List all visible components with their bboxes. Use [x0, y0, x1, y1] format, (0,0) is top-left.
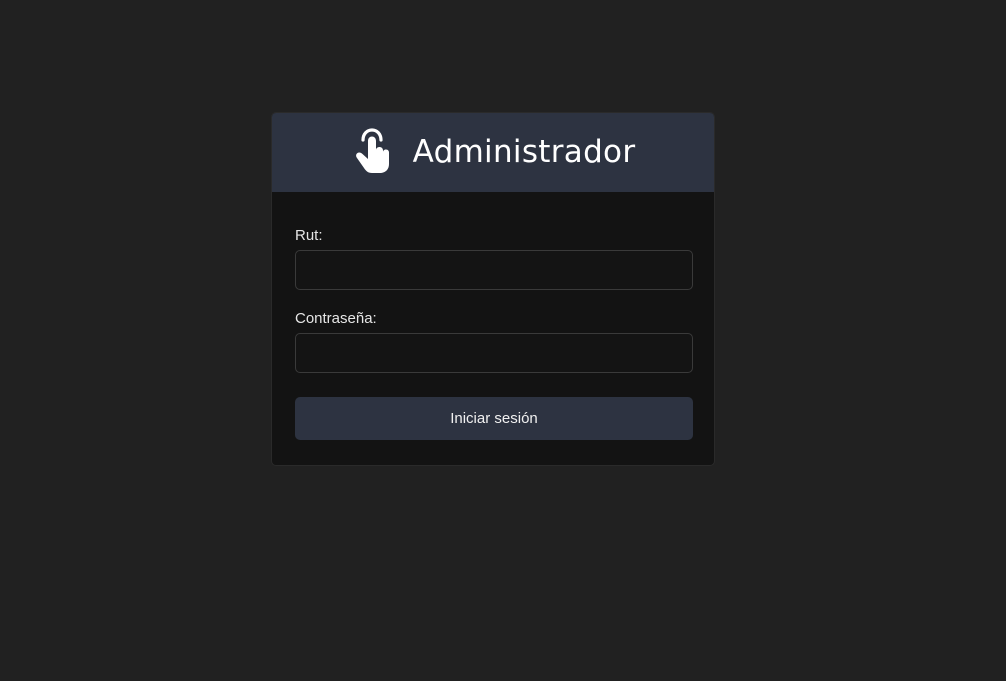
login-card: Administrador Rut: Contraseña: Iniciar s…: [271, 112, 715, 466]
pointer-hand-icon: [351, 127, 391, 174]
login-card-header: Administrador: [272, 113, 714, 192]
password-input[interactable]: [295, 333, 693, 373]
rut-label: Rut:: [295, 227, 323, 244]
login-form: Rut: Contraseña: Iniciar sesión: [272, 192, 714, 440]
password-label: Contraseña:: [295, 310, 377, 327]
rut-field-group: Rut:: [295, 227, 693, 290]
login-button[interactable]: Iniciar sesión: [295, 397, 693, 440]
page-title: Administrador: [412, 133, 636, 170]
password-field-group: Contraseña:: [295, 310, 693, 373]
rut-input[interactable]: [295, 250, 693, 290]
